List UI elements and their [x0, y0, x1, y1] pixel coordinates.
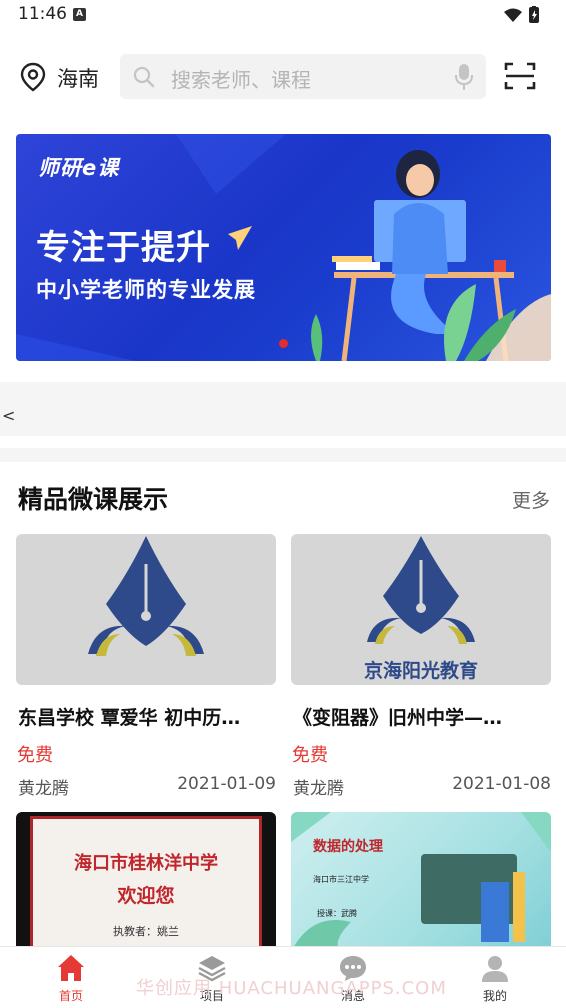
course-title[interactable]: 《变阻器》旧州中学—… [293, 703, 551, 730]
thumbnail-teacher: 授课：武腾 [317, 909, 357, 918]
course-author: 黄龙腾 [293, 779, 344, 799]
status-icons [502, 6, 548, 28]
status-bar: 11:46 A [0, 0, 566, 30]
location-pin-icon[interactable] [20, 62, 46, 96]
pen-nib-logo-icon [88, 536, 204, 656]
course-thumbnail[interactable]: 数据的处理 海口市三江中学 授课：武腾 [291, 812, 551, 952]
course-title[interactable]: 东昌学校 覃爱华 初中历… [18, 703, 276, 730]
thumbnail-welcome: 欢迎您 [117, 885, 175, 907]
search-bar[interactable]: 搜索老师、课程 [120, 54, 486, 99]
course-price: 免费 [292, 745, 328, 766]
course-thumbnail[interactable]: 京海阳光教育 [291, 534, 551, 685]
scan-icon[interactable] [504, 61, 536, 95]
location-label[interactable]: 海南 [57, 63, 99, 93]
course-date: 2021-01-08 [452, 774, 551, 794]
microphone-icon[interactable] [454, 63, 474, 95]
nav-label-profile: 我的 [482, 989, 507, 1003]
course-price: 免费 [17, 745, 53, 766]
carousel-indicator-dot[interactable] [279, 339, 288, 348]
course-author: 黄龙腾 [18, 779, 69, 799]
nav-label-home: 首页 [58, 989, 83, 1003]
top-header: 海南 搜索老师、课程 [0, 50, 566, 104]
banner-logo: 师研e课 [38, 156, 120, 180]
banner-title: 专注于提升 [36, 228, 211, 268]
more-link[interactable]: 更多 [512, 486, 550, 513]
thumbnail-school: 海口市桂林洋中学 [74, 853, 218, 874]
nav-item-profile[interactable]: 我的 [455, 947, 535, 1008]
thumbnail-caption: 京海阳光教育 [363, 660, 478, 682]
search-icon [132, 65, 156, 93]
section-title: 精品微课展示 [18, 485, 169, 514]
banner-subtitle: 中小学老师的专业发展 [36, 277, 256, 302]
status-time: 11:46 [18, 4, 67, 24]
notification-icon: A [73, 8, 86, 21]
watermark: 华创应用 HUACHUANGAPPS.COM [136, 978, 447, 999]
home-icon [56, 953, 86, 983]
thumbnail-topic: 数据的处理 [313, 839, 383, 855]
search-input[interactable]: 搜索老师、课程 [171, 64, 311, 93]
notice-strip[interactable]: < [0, 382, 566, 436]
course-thumbnail[interactable]: 海口市桂林洋中学 欢迎您 执教者：姚兰 [16, 812, 276, 952]
thumbnail-teacher: 执教者：姚兰 [113, 925, 179, 938]
thumbnail-school: 海口市三江中学 [313, 875, 369, 884]
user-icon [480, 953, 510, 983]
promo-banner[interactable]: 师研e课 专注于提升 中小学老师的专业发展 [16, 134, 551, 361]
section-divider [0, 448, 566, 462]
notice-text: < [2, 406, 16, 425]
course-date: 2021-01-09 [177, 774, 276, 794]
thumbnail-frame: 海口市桂林洋中学 欢迎您 执教者：姚兰 [30, 816, 262, 952]
course-thumbnail[interactable] [16, 534, 276, 685]
wifi-battery-icon [504, 6, 539, 23]
nav-item-home[interactable]: 首页 [31, 947, 111, 1008]
